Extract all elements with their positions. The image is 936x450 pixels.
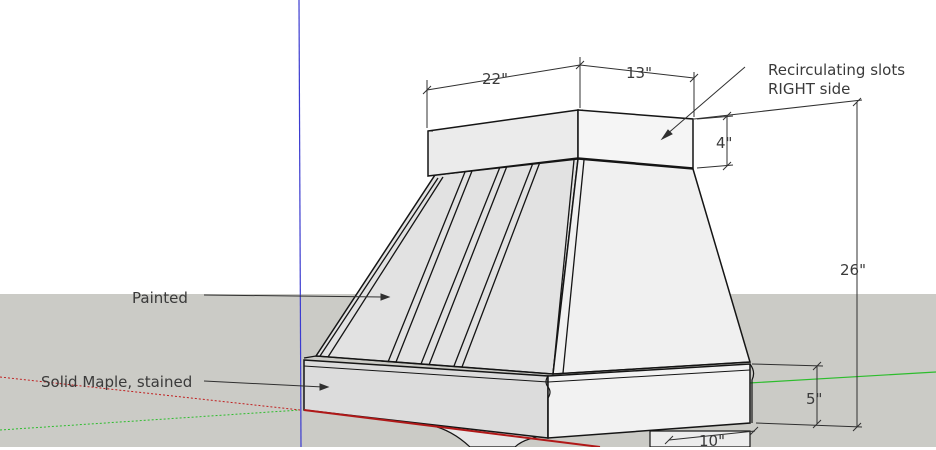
dimension-10-label: 10" <box>699 432 725 450</box>
painted-label: Painted <box>132 289 188 307</box>
recirculating-label-line1: Recirculating slots <box>768 61 906 79</box>
recirculating-label-line2: RIGHT side <box>768 80 851 98</box>
dimension-5-label: 5" <box>806 390 823 408</box>
dimension-13-label: 13" <box>626 64 652 82</box>
sketchup-viewport[interactable]: Recirculating slots RIGHT side Painted S… <box>0 0 936 450</box>
dimension-4-label: 4" <box>716 134 733 152</box>
dimension-22-label: 22" <box>482 70 508 88</box>
top-band-side <box>577 109 694 169</box>
solid-maple-label: Solid Maple, stained <box>41 373 193 391</box>
dimension-26-label: 26" <box>840 261 866 279</box>
